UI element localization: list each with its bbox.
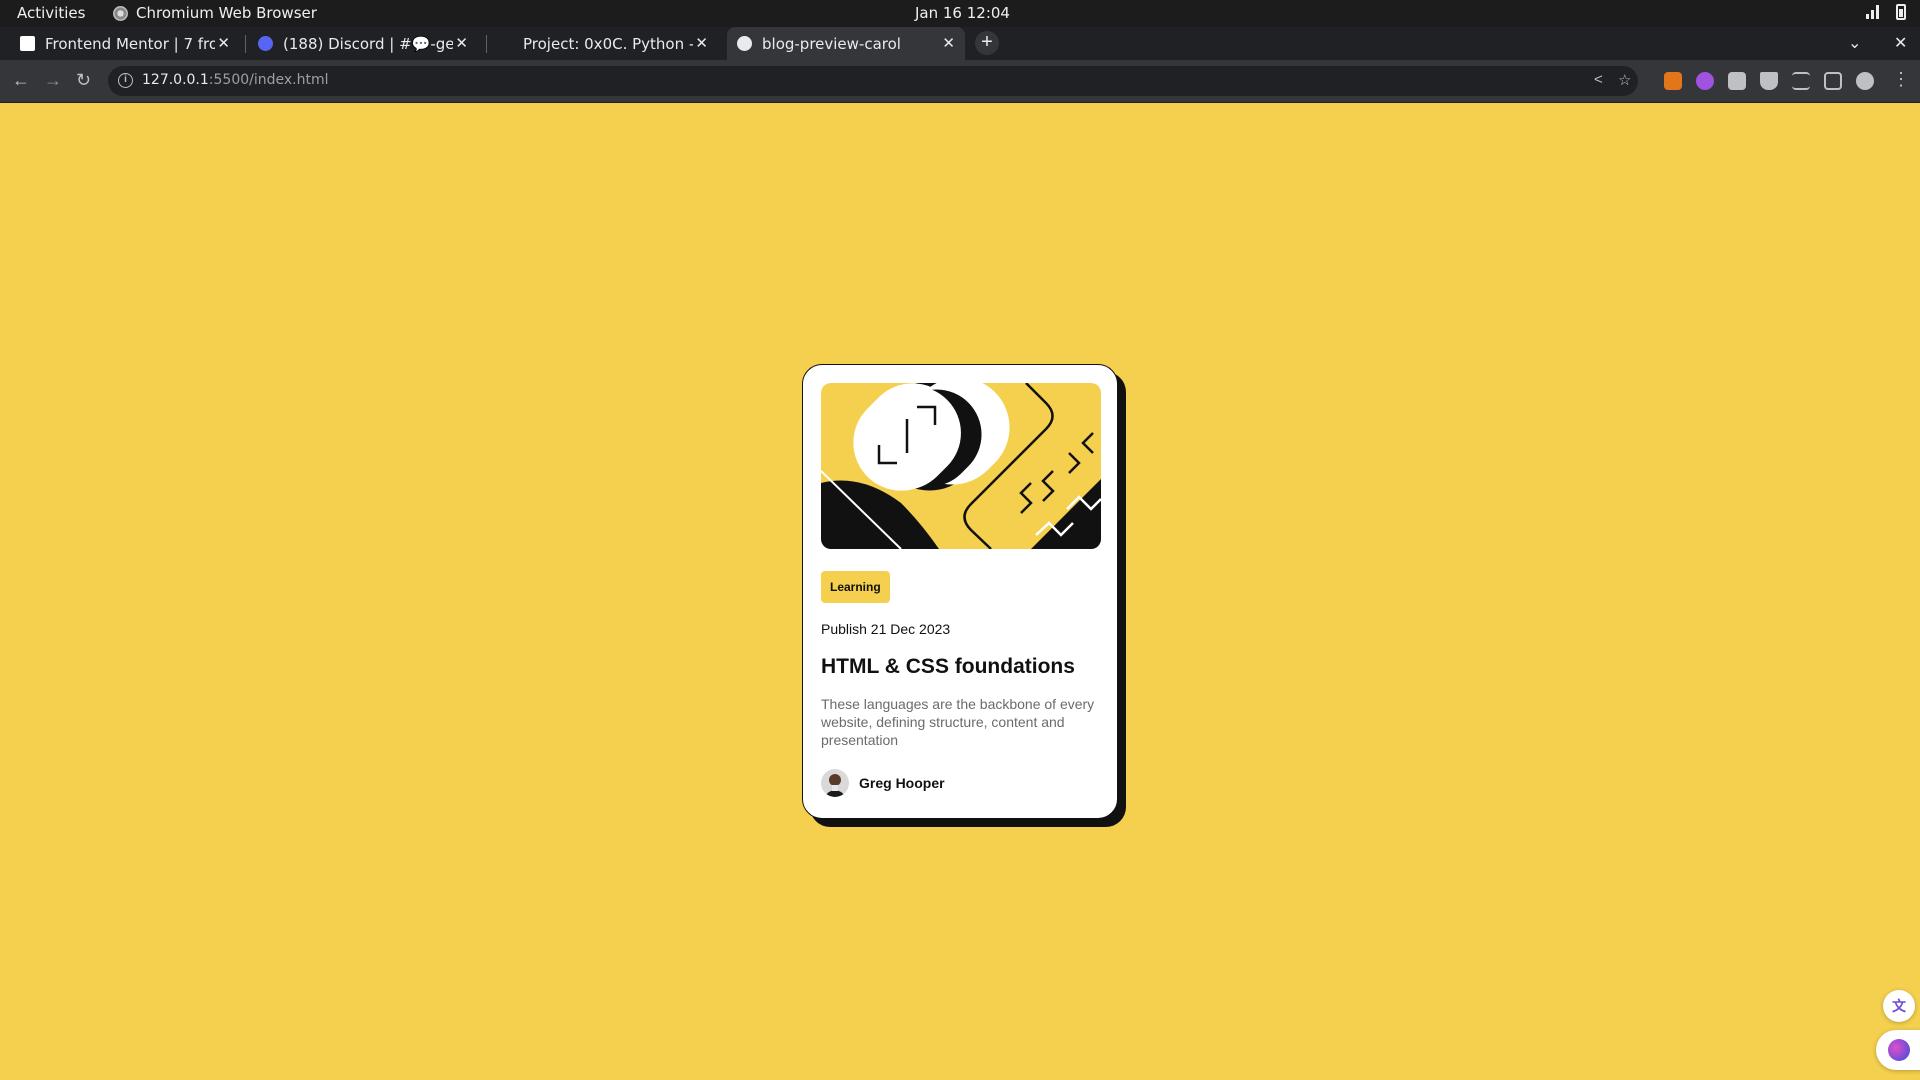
publish-date: Publish 21 Dec 2023 bbox=[821, 621, 951, 637]
discord-icon bbox=[258, 36, 273, 51]
battery-icon[interactable] bbox=[1896, 4, 1906, 20]
card-illustration bbox=[821, 383, 1101, 549]
chromium-icon bbox=[113, 5, 128, 21]
reading-list-icon[interactable] bbox=[1792, 72, 1810, 90]
brain-extension-icon[interactable] bbox=[1696, 72, 1714, 90]
bookmark-star-icon[interactable]: ☆ bbox=[1618, 71, 1631, 89]
tab-blog-preview[interactable]: blog-preview-carol ✕ bbox=[727, 27, 965, 60]
close-tab-icon[interactable]: ✕ bbox=[455, 34, 468, 52]
tab-title: blog-preview-carol bbox=[762, 34, 901, 53]
tab-separator bbox=[486, 35, 487, 53]
translate-widget-icon[interactable]: 文 bbox=[1883, 990, 1915, 1022]
author-name: Greg Hooper bbox=[859, 775, 945, 791]
site-info-icon[interactable]: i bbox=[118, 73, 133, 88]
browser-toolbar: ← → ↻ i 127.0.0.1:5500/index.html < ☆ ⋮ bbox=[0, 60, 1920, 103]
card-description: These languages are the backbone of ever… bbox=[821, 696, 1095, 748]
back-icon[interactable]: ← bbox=[12, 70, 30, 91]
forward-icon[interactable]: → bbox=[44, 70, 62, 91]
author: Greg Hooper bbox=[821, 769, 1099, 797]
tab-strip: Frontend Mentor | 7 front ✕ (188) Discor… bbox=[0, 27, 1920, 60]
tab-frontend-mentor[interactable]: Frontend Mentor | 7 front ✕ bbox=[20, 27, 240, 60]
url-path: :5500/index.html bbox=[208, 72, 329, 88]
clock[interactable]: Jan 16 12:04 bbox=[915, 4, 1010, 22]
tab-title: Frontend Mentor | 7 front bbox=[45, 34, 215, 53]
alx-icon bbox=[498, 36, 513, 51]
url-host: 127.0.0.1 bbox=[142, 72, 209, 88]
side-panel-icon[interactable] bbox=[1824, 72, 1842, 90]
address-bar[interactable]: i 127.0.0.1:5500/index.html < ☆ bbox=[108, 66, 1638, 96]
brain-widget-icon[interactable] bbox=[1876, 1030, 1920, 1070]
metamask-extension-icon[interactable] bbox=[1664, 72, 1682, 90]
tab-search-icon[interactable]: ⌄ bbox=[1848, 33, 1861, 53]
tab-discord[interactable]: (188) Discord | #💬-gener ✕ bbox=[258, 27, 478, 60]
extensions-puzzle-icon[interactable] bbox=[1728, 72, 1746, 90]
new-tab-button[interactable]: + bbox=[975, 31, 999, 55]
close-tab-icon[interactable]: ✕ bbox=[217, 34, 230, 52]
close-tab-icon[interactable]: ✕ bbox=[942, 34, 955, 52]
category-tag: Learning bbox=[821, 571, 890, 603]
reload-icon[interactable]: ↻ bbox=[76, 70, 91, 91]
system-tray[interactable] bbox=[1866, 4, 1906, 20]
menu-kebab-icon[interactable]: ⋮ bbox=[1892, 69, 1910, 90]
system-top-bar: Activities Chromium Web Browser Jan 16 1… bbox=[0, 0, 1920, 27]
frontend-mentor-icon bbox=[20, 36, 35, 51]
app-name: Chromium Web Browser bbox=[136, 4, 317, 22]
share-icon[interactable]: < bbox=[1594, 71, 1603, 88]
close-tab-icon[interactable]: ✕ bbox=[695, 34, 708, 52]
activities-button[interactable]: Activities bbox=[17, 4, 85, 22]
blog-preview-card: Learning Publish 21 Dec 2023 HTML & CSS … bbox=[802, 364, 1118, 819]
tab-project[interactable]: Project: 0x0C. Python - Al ✕ bbox=[498, 27, 718, 60]
card-title[interactable]: HTML & CSS foundations bbox=[821, 655, 1099, 679]
profile-icon[interactable] bbox=[1856, 72, 1874, 90]
globe-icon bbox=[737, 36, 752, 51]
network-icon[interactable] bbox=[1866, 5, 1882, 19]
avatar bbox=[821, 769, 849, 797]
tab-title: (188) Discord | #💬-gener bbox=[283, 34, 453, 53]
labs-flask-icon[interactable] bbox=[1760, 72, 1778, 90]
tab-title: Project: 0x0C. Python - Al bbox=[523, 34, 693, 53]
url-text[interactable]: 127.0.0.1:5500/index.html bbox=[142, 72, 329, 88]
app-menu[interactable]: Chromium Web Browser bbox=[113, 4, 317, 22]
close-window-icon[interactable]: ✕ bbox=[1894, 33, 1907, 53]
tab-separator bbox=[245, 35, 246, 53]
